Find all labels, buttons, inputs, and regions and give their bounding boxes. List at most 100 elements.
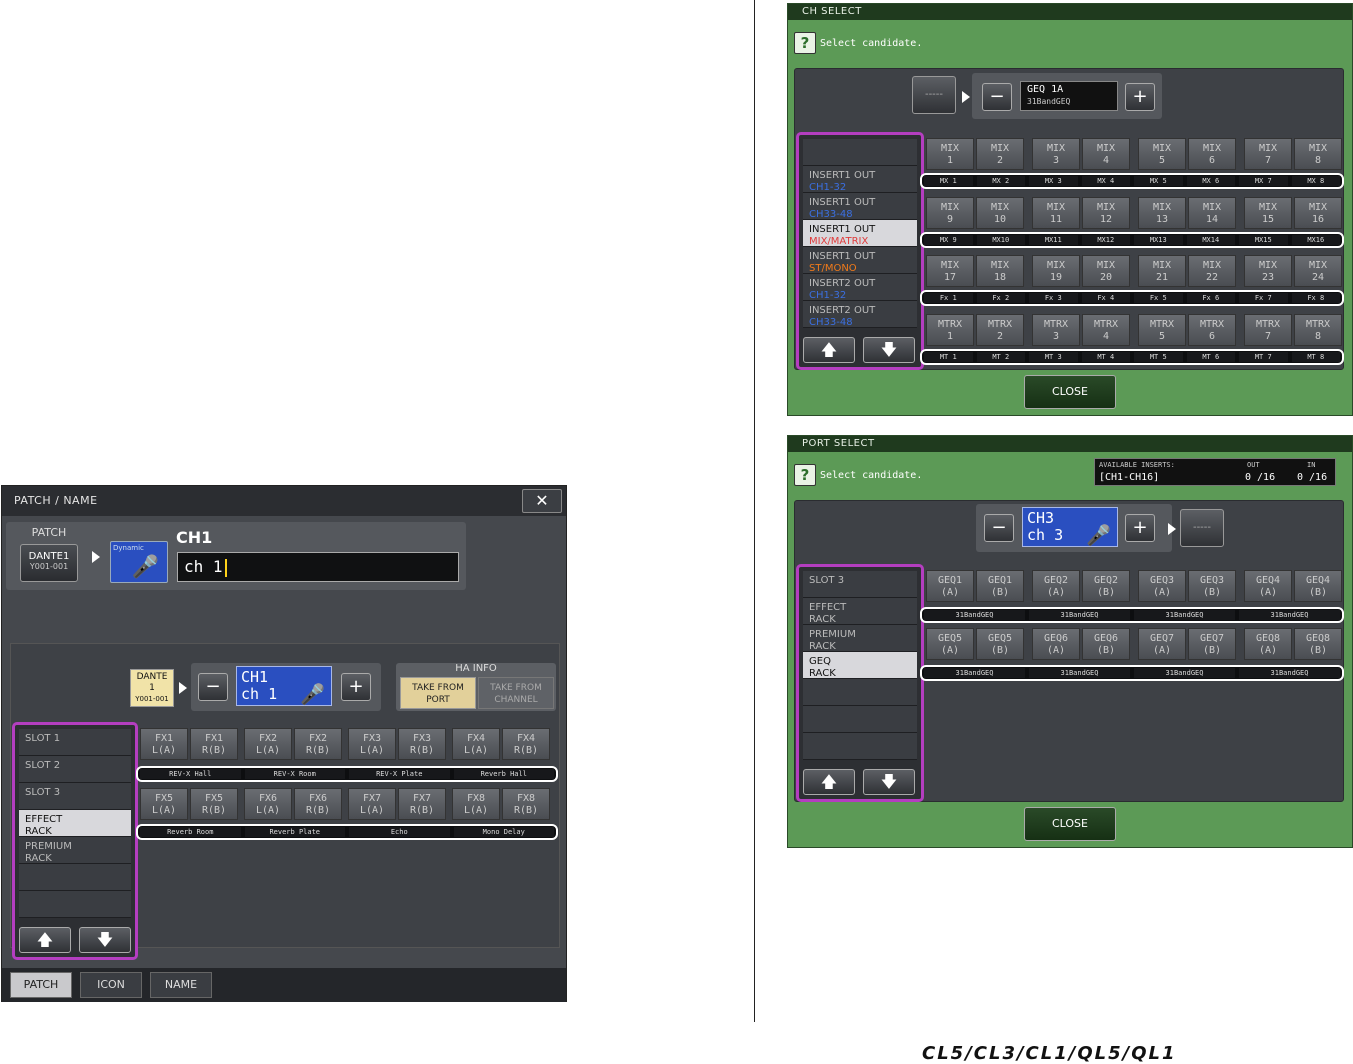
channel-button[interactable]: MIX 13	[1138, 196, 1186, 229]
channel-button[interactable]: MIX 15	[1244, 196, 1292, 229]
channel-button[interactable]: GEQ2 (A)	[1032, 570, 1080, 602]
list-item[interactable]: INSERT1 OUT CH33-48	[803, 193, 917, 220]
list-item[interactable]: INSERT1 OUT CH1-32	[803, 166, 917, 193]
list-item[interactable]: GEQ RACK	[803, 652, 917, 679]
channel-button[interactable]: GEQ3 (B)	[1188, 570, 1236, 602]
channel-button[interactable]: GEQ2 (B)	[1082, 570, 1130, 602]
channel-icon-button[interactable]: Dynamic 🎤	[110, 541, 168, 583]
channel-button[interactable]: GEQ3 (A)	[1138, 570, 1186, 602]
help-icon[interactable]: ?	[794, 464, 816, 486]
list-item[interactable]: EFFECT RACK	[803, 598, 917, 625]
channel-button[interactable]: MIX 5	[1138, 138, 1186, 170]
channel-button[interactable]: MIX 18	[976, 255, 1024, 287]
channel-decrement-button[interactable]: −	[984, 514, 1014, 542]
channel-button[interactable]: GEQ6 (B)	[1082, 628, 1130, 660]
list-item[interactable]	[19, 864, 131, 891]
channel-button[interactable]: MIX 14	[1188, 196, 1236, 229]
list-item[interactable]: INSERT1 OUT ST/MONO	[803, 247, 917, 274]
channel-increment-button[interactable]: +	[1125, 514, 1155, 542]
tab-name[interactable]: NAME	[150, 972, 212, 998]
channel-button[interactable]: MTRX 7	[1244, 313, 1292, 346]
channel-button[interactable]: MIX 17	[926, 255, 974, 287]
list-item[interactable]: SLOT 2	[19, 756, 131, 783]
channel-button[interactable]: GEQ5 (A)	[926, 628, 974, 660]
channel-button[interactable]: FX7 L(A)	[348, 788, 396, 820]
close-button[interactable]: ✕	[522, 489, 562, 513]
channel-button[interactable]: MIX 7	[1244, 138, 1292, 170]
channel-button[interactable]: MIX 11	[1032, 196, 1080, 229]
list-item[interactable]: SLOT 3	[19, 783, 131, 810]
channel-button[interactable]: FX8 L(A)	[452, 788, 500, 820]
scroll-up-button[interactable]: 🡅	[19, 927, 71, 953]
channel-button[interactable]: MIX 6	[1188, 138, 1236, 170]
list-item[interactable]: SLOT 1	[19, 729, 131, 756]
channel-button[interactable]: MTRX 2	[976, 313, 1024, 346]
tab-patch[interactable]: PATCH	[10, 972, 72, 998]
channel-button[interactable]: GEQ5 (B)	[976, 628, 1024, 660]
channel-button[interactable]: MIX 12	[1082, 196, 1130, 229]
channel-button[interactable]: FX5 R(B)	[190, 788, 238, 820]
channel-button[interactable]: GEQ8 (B)	[1294, 628, 1342, 660]
take-from-channel-button[interactable]: TAKE FROM CHANNEL	[478, 677, 554, 709]
channel-button[interactable]: MTRX 3	[1032, 313, 1080, 346]
geq-decrement-button[interactable]: −	[982, 83, 1012, 111]
channel-button[interactable]: MIX 21	[1138, 255, 1186, 287]
list-item[interactable]	[803, 139, 917, 166]
channel-button[interactable]: MIX 2	[976, 138, 1024, 170]
channel-button[interactable]: FX4 R(B)	[502, 728, 550, 760]
list-item[interactable]	[803, 706, 917, 733]
list-item[interactable]	[803, 679, 917, 706]
channel-button[interactable]: MIX 4	[1082, 138, 1130, 170]
channel-button[interactable]: GEQ4 (B)	[1294, 570, 1342, 602]
channel-button[interactable]: MTRX 8	[1294, 313, 1342, 346]
scroll-down-button[interactable]: 🡇	[863, 769, 915, 795]
channel-button[interactable]: FX2 L(A)	[244, 728, 292, 760]
channel-button[interactable]: MIX 20	[1082, 255, 1130, 287]
channel-name-input[interactable]: ch 1	[177, 552, 459, 582]
channel-button[interactable]: FX4 L(A)	[452, 728, 500, 760]
channel-button[interactable]: FX7 R(B)	[398, 788, 446, 820]
list-item[interactable]: PREMIUM RACK	[803, 625, 917, 652]
source-placeholder-button[interactable]: -----	[912, 76, 956, 114]
tab-icon[interactable]: ICON	[80, 972, 142, 998]
channel-button[interactable]: MIX 1	[926, 138, 974, 170]
close-button[interactable]: CLOSE	[1024, 807, 1116, 841]
list-item[interactable]: EFFECT RACK	[19, 810, 131, 837]
channel-button[interactable]: MIX 22	[1188, 255, 1236, 287]
scroll-down-button[interactable]: 🡇	[863, 337, 915, 363]
channel-button[interactable]: FX3 R(B)	[398, 728, 446, 760]
channel-button[interactable]: GEQ1 (B)	[976, 570, 1024, 602]
geq-increment-button[interactable]: +	[1125, 83, 1155, 111]
channel-button[interactable]: MIX 24	[1294, 255, 1342, 287]
scroll-up-button[interactable]: 🡅	[803, 769, 855, 795]
channel-button[interactable]: FX6 R(B)	[294, 788, 342, 820]
channel-decrement-button[interactable]: −	[198, 673, 228, 701]
channel-button[interactable]: MIX 10	[976, 196, 1024, 229]
channel-button[interactable]: FX6 L(A)	[244, 788, 292, 820]
channel-button[interactable]: FX2 R(B)	[294, 728, 342, 760]
channel-button[interactable]: FX5 L(A)	[140, 788, 188, 820]
channel-button[interactable]: MTRX 6	[1188, 313, 1236, 346]
channel-button[interactable]: GEQ1 (A)	[926, 570, 974, 602]
channel-button[interactable]: FX8 R(B)	[502, 788, 550, 820]
scroll-up-button[interactable]: 🡅	[803, 337, 855, 363]
take-from-port-button[interactable]: TAKE FROM PORT	[400, 677, 476, 709]
scroll-down-button[interactable]: 🡇	[79, 927, 131, 953]
channel-button[interactable]: MIX 19	[1032, 255, 1080, 287]
channel-button[interactable]: MIX 8	[1294, 138, 1342, 170]
port-placeholder-button[interactable]: -----	[1180, 509, 1224, 547]
channel-button[interactable]: MIX 23	[1244, 255, 1292, 287]
channel-increment-button[interactable]: +	[341, 673, 371, 701]
channel-button[interactable]: FX1 L(A)	[140, 728, 188, 760]
channel-button[interactable]: GEQ8 (A)	[1244, 628, 1292, 660]
help-icon[interactable]: ?	[794, 32, 816, 54]
channel-button[interactable]: GEQ4 (A)	[1244, 570, 1292, 602]
list-item[interactable]	[803, 733, 917, 760]
list-item[interactable]: INSERT1 OUT MIX/MATRIX	[803, 220, 917, 247]
channel-button[interactable]: FX3 L(A)	[348, 728, 396, 760]
channel-button[interactable]: MTRX 5	[1138, 313, 1186, 346]
channel-button[interactable]: MIX 3	[1032, 138, 1080, 170]
list-item[interactable]: PREMIUM RACK	[19, 837, 131, 864]
channel-button[interactable]: MTRX 4	[1082, 313, 1130, 346]
patch-port-button[interactable]: DANTE1 Y001-001	[20, 544, 78, 582]
